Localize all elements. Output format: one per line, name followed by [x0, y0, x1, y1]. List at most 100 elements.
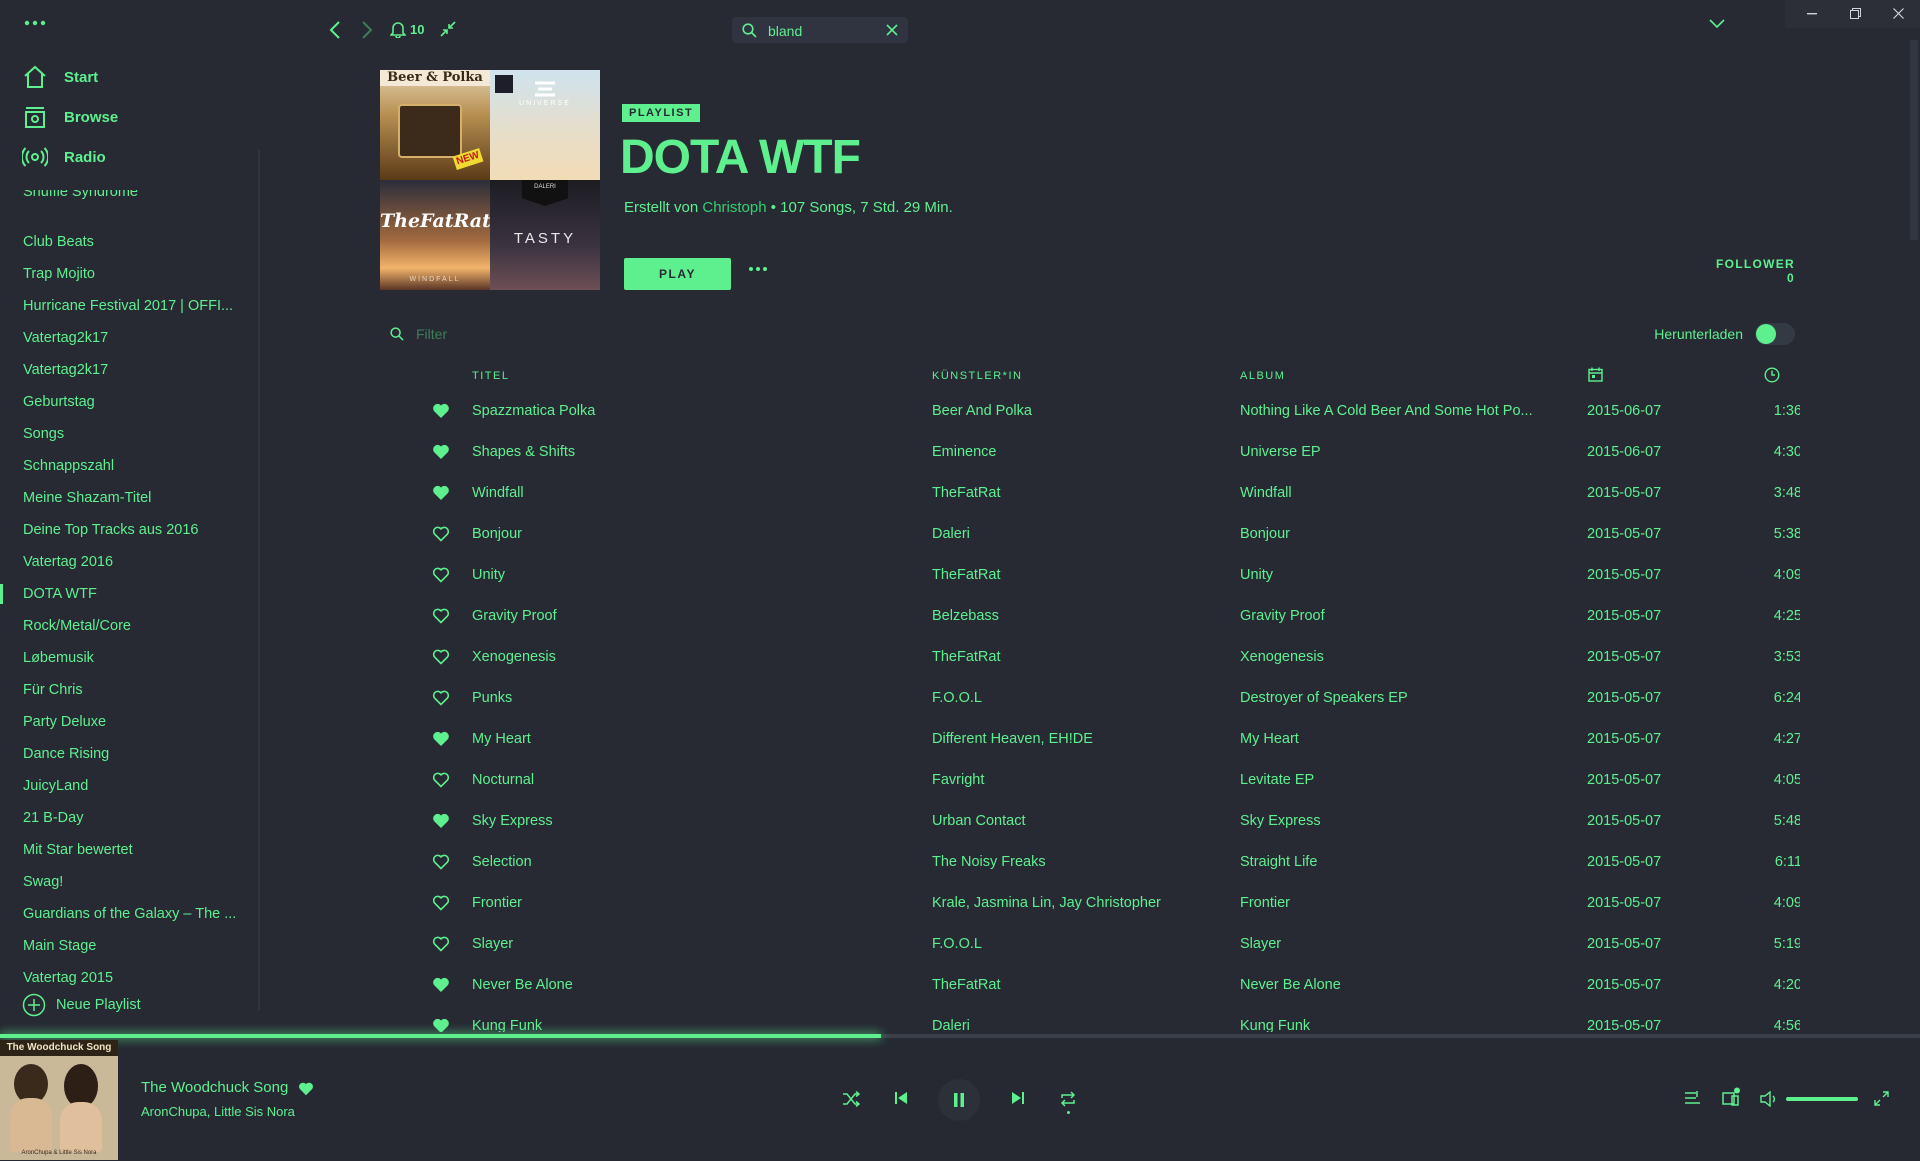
track-album[interactable]: Frontier: [1240, 895, 1540, 911]
restore-icon[interactable]: [1850, 8, 1861, 19]
playlist-item[interactable]: Trap Mojito: [23, 264, 243, 284]
track-album[interactable]: Destroyer of Speakers EP: [1240, 690, 1540, 706]
play-button[interactable]: PLAY: [624, 258, 731, 290]
table-row[interactable]: Xenogenesis TheFatRat Xenogenesis 2015-05-0…: [380, 638, 1800, 679]
playlist-item[interactable]: Løbemusik: [23, 648, 243, 668]
track-album[interactable]: Never Be Alone: [1240, 977, 1540, 993]
track-artist[interactable]: TheFatRat: [932, 649, 1222, 665]
track-artist[interactable]: Beer And Polka: [932, 403, 1222, 419]
volume-slider[interactable]: [1786, 1097, 1858, 1101]
table-row[interactable]: Punks F.O.O.L Destroyer of Speakers EP 2015…: [380, 679, 1800, 720]
close-icon[interactable]: [1893, 8, 1904, 19]
table-row[interactable]: Frontier Krale, Jasmina Lin, Jay Christop…: [380, 884, 1800, 925]
playlist-item[interactable]: Vatertag2k17: [23, 360, 243, 380]
play-pause-button[interactable]: [938, 1079, 980, 1121]
heart-outline-icon[interactable]: [432, 853, 450, 871]
track-album[interactable]: Windfall: [1240, 485, 1540, 501]
track-artist[interactable]: Favright: [932, 772, 1222, 788]
volume-icon[interactable]: [1760, 1091, 1778, 1107]
track-album[interactable]: Levitate EP: [1240, 772, 1540, 788]
filter-input[interactable]: [414, 325, 618, 343]
repeat-icon[interactable]: [1059, 1090, 1077, 1108]
heart-outline-icon[interactable]: [432, 771, 450, 789]
column-album[interactable]: ALBUM: [1240, 370, 1285, 382]
queue-icon[interactable]: [1684, 1091, 1701, 1105]
table-row[interactable]: Selection The Noisy Freaks Straight Life 20…: [380, 843, 1800, 884]
track-album[interactable]: Bonjour: [1240, 526, 1540, 542]
track-artist[interactable]: TheFatRat: [932, 977, 1222, 993]
table-row[interactable]: Spazzmatica Polka Beer And Polka Nothing L…: [380, 392, 1800, 433]
forward-icon[interactable]: [360, 20, 374, 40]
track-artist[interactable]: TheFatRat: [932, 567, 1222, 583]
track-album[interactable]: Gravity Proof: [1240, 608, 1540, 624]
playlist-item[interactable]: Schnapps­zahl: [23, 456, 243, 476]
playlist-item[interactable]: JuicyLand: [23, 776, 243, 796]
more-options-icon[interactable]: [748, 266, 768, 272]
track-album[interactable]: Nothing Like A Cold Beer And Some Hot Po…: [1240, 403, 1540, 419]
track-album[interactable]: Kung Funk: [1240, 1018, 1540, 1032]
new-playlist-button[interactable]: Neue Playlist: [22, 993, 141, 1017]
heart-filled-icon[interactable]: [432, 976, 450, 994]
table-row[interactable]: Unity TheFatRat Unity 2015-05-07 4:09: [380, 556, 1800, 597]
track-artist[interactable]: Different Heaven, EH!DE: [932, 731, 1222, 747]
table-row[interactable]: Sky Express Urban Contact Sky Express 2015-…: [380, 802, 1800, 843]
track-artist[interactable]: F.O.O.L: [932, 936, 1222, 952]
track-artist[interactable]: Daleri: [932, 1018, 1222, 1032]
miniplayer-icon[interactable]: [440, 21, 456, 37]
table-row[interactable]: Slayer F.O.O.L Slayer 2015-05-07 5:19: [380, 925, 1800, 966]
scrollbar-thumb[interactable]: [1910, 40, 1918, 240]
heart-filled-icon[interactable]: [432, 402, 450, 420]
nav-radio[interactable]: Radio: [22, 141, 106, 173]
column-title[interactable]: TITEL: [472, 370, 509, 382]
scrollbar[interactable]: [1910, 40, 1918, 1030]
playlist-item[interactable]: Club Beats: [23, 232, 243, 252]
heart-outline-icon[interactable]: [432, 525, 450, 543]
clear-search-icon[interactable]: [886, 24, 898, 36]
playlist-item[interactable]: Main Stage: [23, 936, 243, 956]
playlist-item[interactable]: Rock/Metal/Core: [23, 616, 243, 636]
download-toggle[interactable]: [1755, 323, 1795, 345]
heart-filled-icon[interactable]: [298, 1081, 314, 1097]
heart-filled-icon[interactable]: [432, 1017, 450, 1032]
track-artist[interactable]: Daleri: [932, 526, 1222, 542]
heart-outline-icon[interactable]: [432, 689, 450, 707]
search-box[interactable]: [732, 17, 908, 43]
previous-icon[interactable]: [894, 1090, 908, 1106]
owner-link[interactable]: Christoph: [702, 199, 766, 216]
heart-outline-icon[interactable]: [432, 648, 450, 666]
now-playing-artist[interactable]: AronChupa, Little Sis Nora: [141, 1104, 295, 1119]
playlist-item[interactable]: Shuffle Syndrome: [23, 190, 243, 202]
fullscreen-icon[interactable]: [1874, 1091, 1889, 1106]
more-menu-icon[interactable]: [22, 16, 48, 30]
track-artist[interactable]: Belzebass: [932, 608, 1222, 624]
next-icon[interactable]: [1011, 1090, 1025, 1106]
column-artist[interactable]: KÜNSTLER*IN: [932, 370, 1022, 382]
now-playing-title[interactable]: The Woodchuck Song: [141, 1079, 288, 1096]
track-album[interactable]: Sky Express: [1240, 813, 1540, 829]
back-icon[interactable]: [328, 20, 342, 40]
calendar-icon[interactable]: [1588, 367, 1603, 382]
playlist-item-active[interactable]: DOTA WTF: [23, 584, 243, 604]
track-album[interactable]: Universe EP: [1240, 444, 1540, 460]
heart-filled-icon[interactable]: [432, 812, 450, 830]
table-row[interactable]: Never Be Alone TheFatRat Never Be Alone 201…: [380, 966, 1800, 1007]
progress-bar[interactable]: [0, 1034, 1920, 1038]
search-input[interactable]: [766, 20, 880, 42]
playlist-item[interactable]: Deine Top Tracks aus 2016: [23, 520, 243, 540]
playlist-item[interactable]: Swag!: [23, 872, 243, 892]
devices-icon[interactable]: [1721, 1087, 1741, 1107]
track-artist[interactable]: The Noisy Freaks: [932, 854, 1222, 870]
playlist-item[interactable]: Guardians of the Galaxy – The ...: [23, 904, 243, 924]
table-row[interactable]: Gravity Proof Belzebass Gravity Proof 2015-…: [380, 597, 1800, 638]
heart-filled-icon[interactable]: [432, 443, 450, 461]
playlist-item[interactable]: Songs: [23, 424, 243, 444]
track-artist[interactable]: Eminence: [932, 444, 1222, 460]
track-album[interactable]: Unity: [1240, 567, 1540, 583]
table-row[interactable]: Kung Funk Daleri Kung Funk 2015-05-07 4:56: [380, 1007, 1800, 1032]
clock-icon[interactable]: [1764, 367, 1780, 383]
table-row[interactable]: Windfall TheFatRat Windfall 2015-05-07 3:48: [380, 474, 1800, 515]
table-row[interactable]: Nocturnal Favright Levitate EP 2015-05-07 4:…: [380, 761, 1800, 802]
playlist-item[interactable]: Dance Rising: [23, 744, 243, 764]
playlist-item[interactable]: Vatertag2k17: [23, 328, 243, 348]
track-artist[interactable]: Urban Contact: [932, 813, 1222, 829]
